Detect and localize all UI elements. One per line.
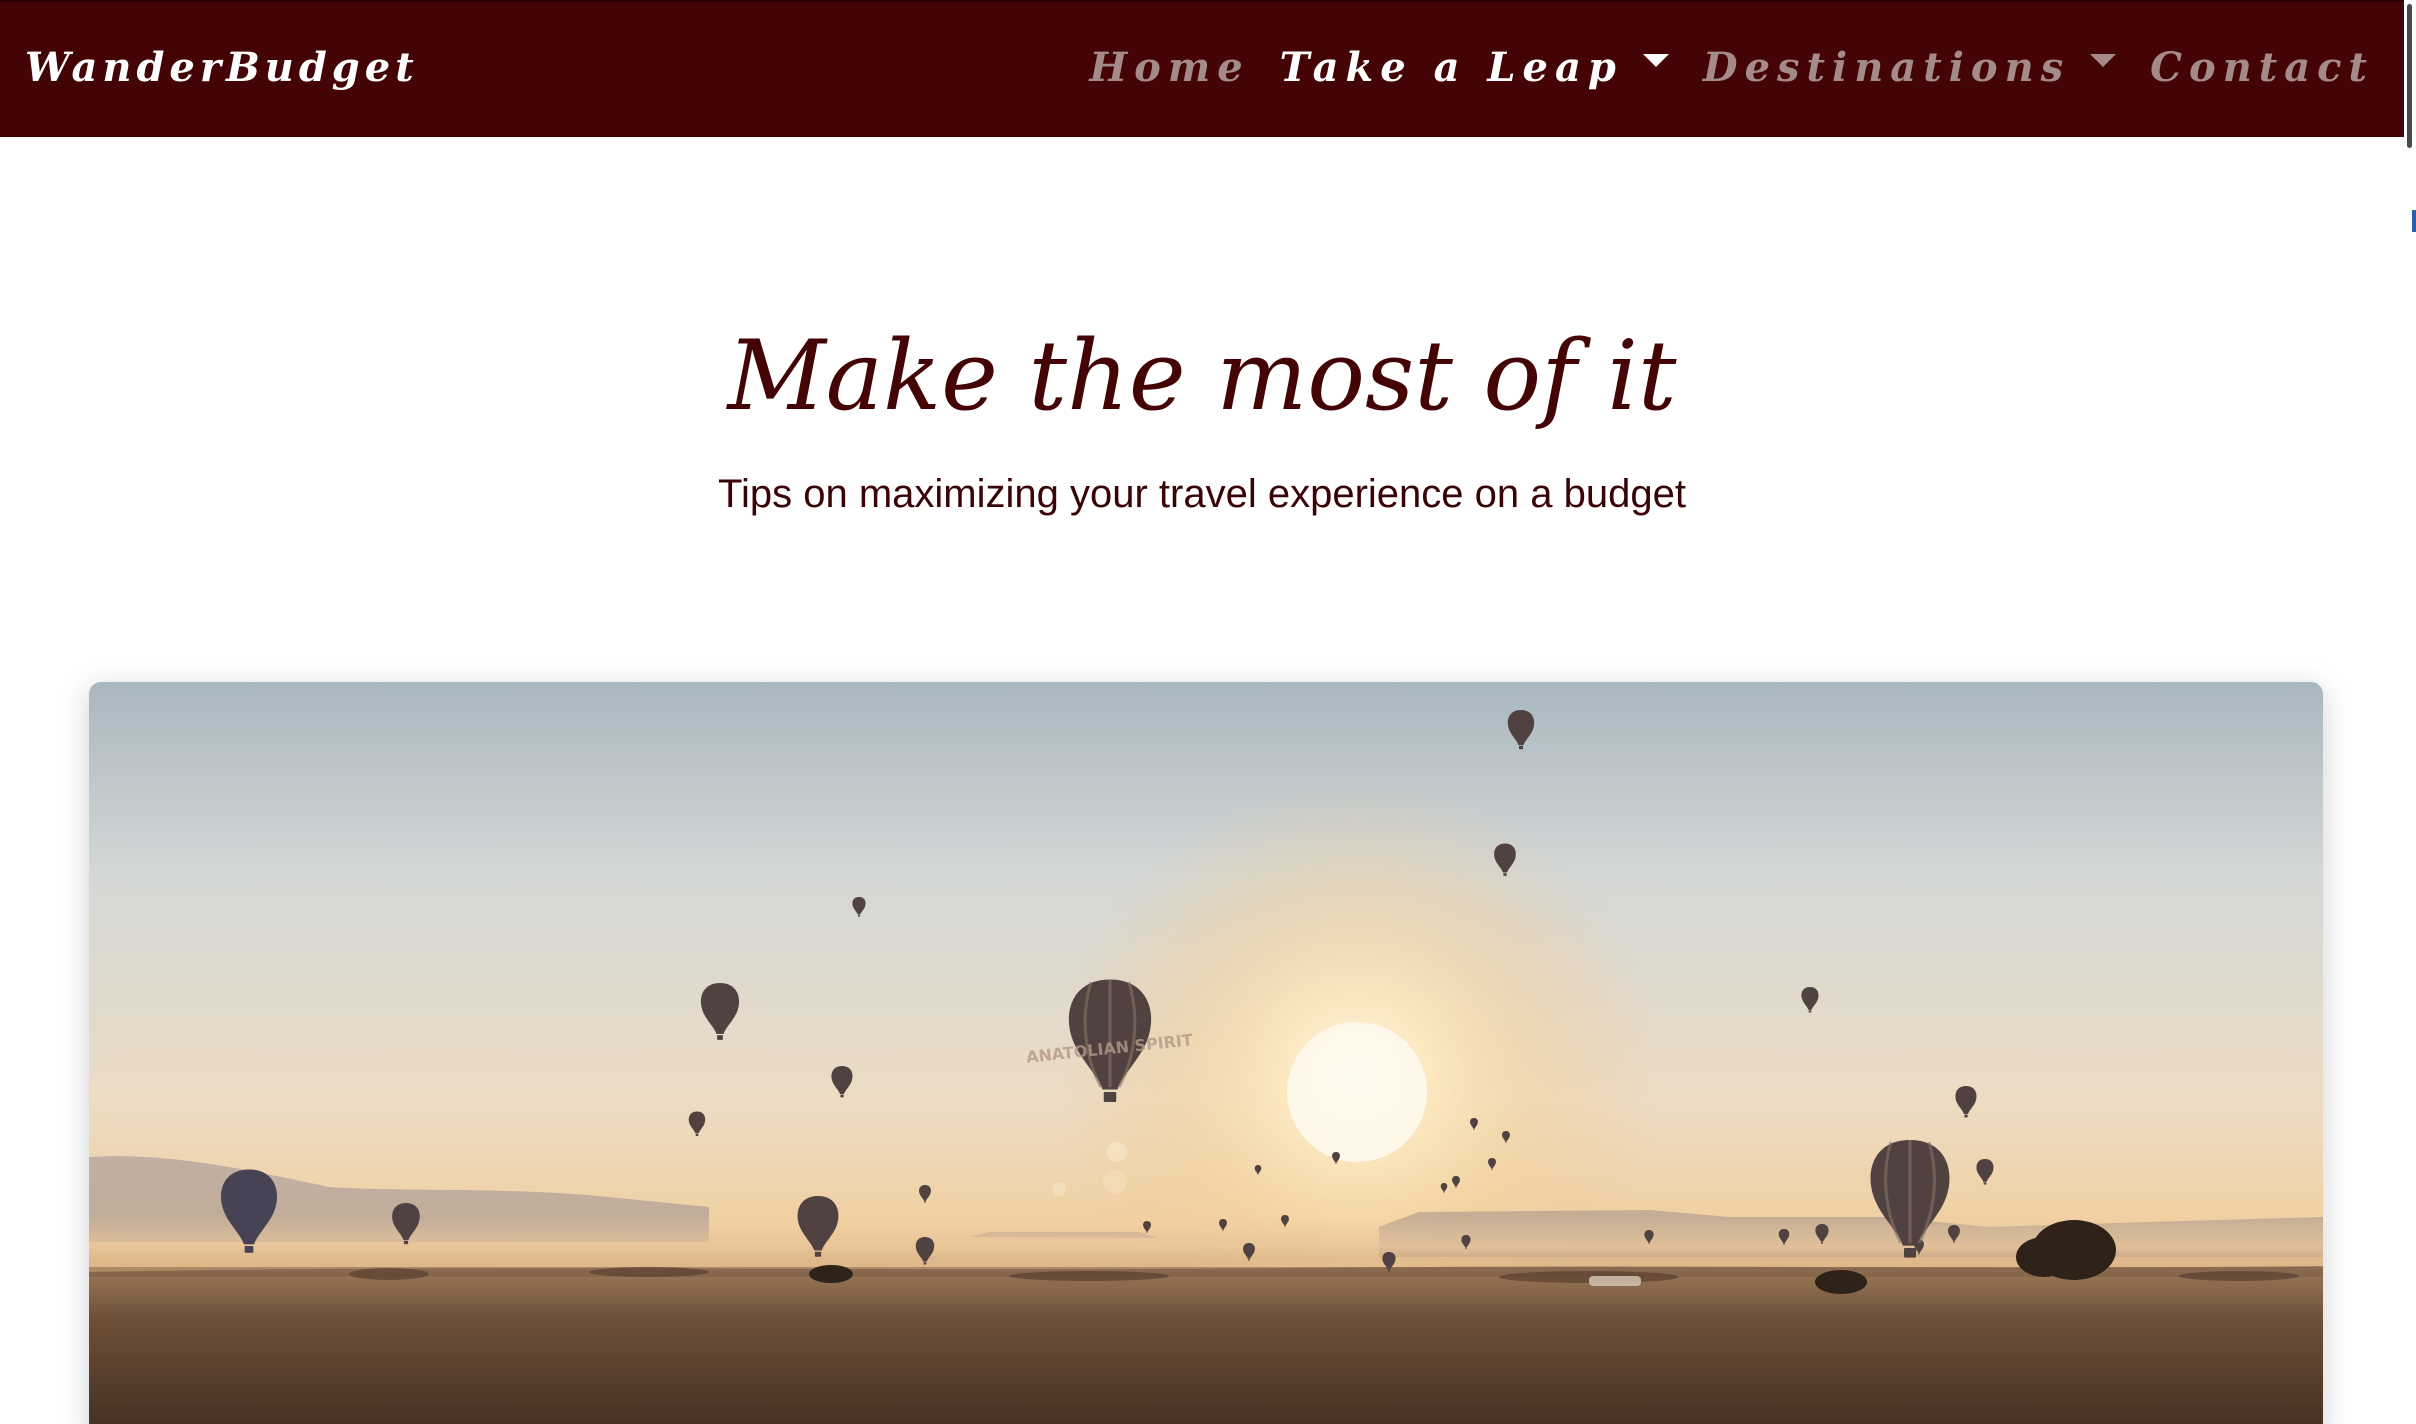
nav-item-destinations[interactable]: Destinations (1703, 40, 2120, 96)
nav-item-take-a-leap[interactable]: Take a Leap (1280, 40, 1673, 96)
brand-logo[interactable]: WanderBudget (25, 40, 419, 96)
nav-item-home[interactable]: Home (1089, 40, 1249, 96)
nav-item-contact[interactable]: Contact (2150, 40, 2374, 96)
nav-item-label: Take a Leap (1279, 44, 1623, 91)
nav-item-label: Home (1089, 44, 1250, 91)
nav-item-label: Contact (2150, 44, 2374, 91)
caret-down-icon (2090, 53, 2117, 67)
hero-image: ANATOLIAN SPIRIT (89, 682, 2323, 1424)
caret-down-icon (1642, 53, 1669, 67)
nav-menu: Home Take a Leap Destinations Contact (1089, 40, 2374, 96)
page-scrollbar[interactable] (2404, 0, 2416, 1424)
scrollbar-marker (2412, 210, 2416, 232)
page-subtitle: Tips on maximizing your travel experienc… (718, 472, 1686, 516)
page-title: Make the most of it (727, 320, 1677, 432)
scrollbar-thumb[interactable] (2407, 4, 2412, 148)
balloons-sunrise-photo: ANATOLIAN SPIRIT (89, 682, 2323, 1424)
nav-item-label: Destinations (1702, 44, 2071, 91)
top-navbar: WanderBudget Home Take a Leap Destinatio… (0, 0, 2404, 137)
